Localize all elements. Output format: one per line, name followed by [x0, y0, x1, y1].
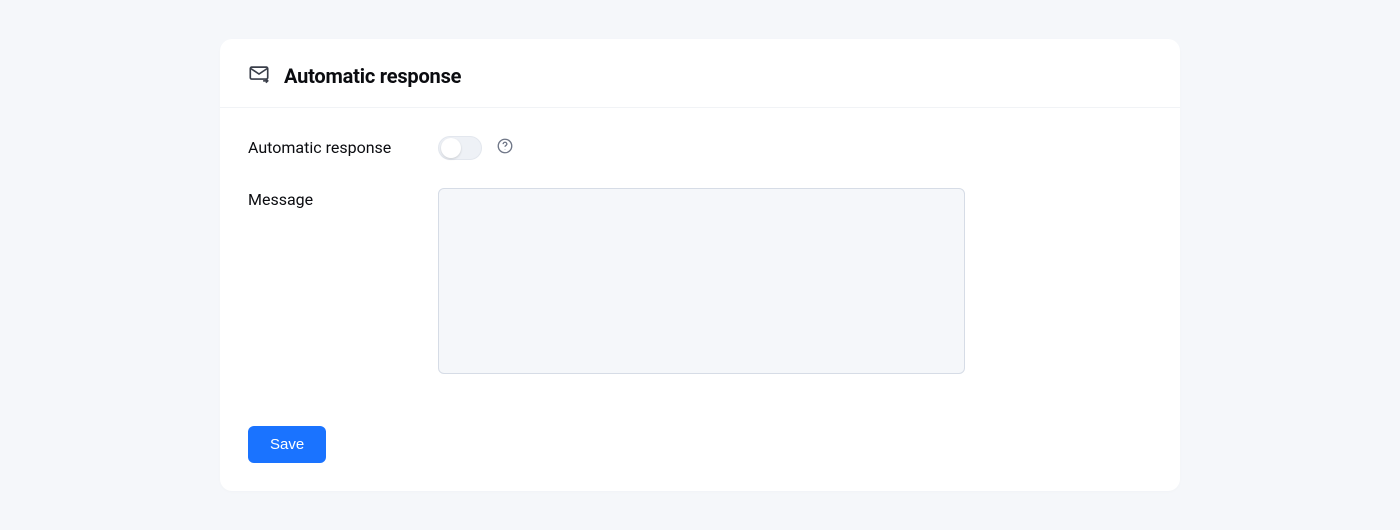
save-button[interactable]: Save: [248, 426, 326, 463]
message-row: Message: [248, 188, 1152, 374]
card-body: Automatic response Message: [220, 108, 1180, 426]
mail-forward-icon: [248, 63, 270, 89]
card-title: Automatic response: [284, 64, 461, 88]
toggle-label: Automatic response: [248, 136, 438, 157]
message-textarea[interactable]: [438, 188, 965, 374]
automatic-response-toggle[interactable]: [438, 136, 482, 160]
toggle-control-area: [438, 136, 514, 160]
card-footer: Save: [220, 426, 1180, 491]
card-header: Automatic response: [220, 39, 1180, 108]
toggle-knob: [441, 138, 461, 158]
help-icon[interactable]: [496, 137, 514, 159]
message-control-area: [438, 188, 965, 374]
message-label: Message: [248, 188, 438, 209]
toggle-row: Automatic response: [248, 136, 1152, 160]
settings-card: Automatic response Automatic response Me…: [220, 39, 1180, 491]
